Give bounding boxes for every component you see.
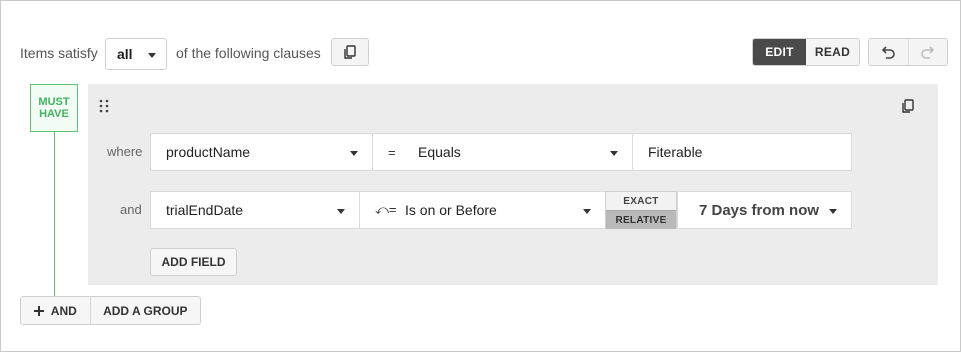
add-and-button[interactable]: AND (21, 297, 90, 324)
field-select[interactable]: trialEndDate (150, 191, 360, 229)
plus-icon (33, 305, 44, 316)
match-mode-select[interactable]: all (105, 38, 167, 70)
edit-mode-button[interactable]: EDIT (753, 39, 806, 65)
must-have-line1: MUST (38, 96, 70, 108)
field-select-value: trialEndDate (166, 202, 244, 218)
add-and-label: AND (50, 303, 77, 318)
copy-icon (344, 44, 356, 59)
group-actions: AND ADD A GROUP (20, 296, 201, 325)
relative-option[interactable]: RELATIVE (606, 210, 676, 229)
chevron-down-icon (583, 209, 591, 214)
equals-operator-icon: = (388, 144, 396, 160)
field-select-value: productName (166, 144, 251, 160)
redo-button[interactable] (907, 39, 947, 65)
copy-group-button[interactable] (901, 99, 915, 119)
chevron-down-icon (148, 53, 156, 58)
operator-select-value: Equals (418, 144, 461, 160)
query-builder: Items satisfy all of the following claus… (0, 0, 961, 352)
operator-select-value: Is on or Before (405, 202, 497, 218)
relative-date-select[interactable]: 7 Days from now (677, 191, 852, 229)
undo-icon (882, 46, 896, 59)
must-have-line2: HAVE (39, 108, 69, 120)
field-select[interactable]: productName (150, 133, 373, 171)
copy-query-button[interactable] (331, 38, 369, 66)
clause-connector-and: and (120, 202, 142, 217)
operator-select[interactable]: = Equals (372, 133, 633, 171)
read-mode-button[interactable]: READ (806, 39, 859, 65)
chevron-down-icon (610, 151, 618, 156)
value-input-text: Fiterable (648, 144, 703, 160)
chevron-down-icon (337, 209, 345, 214)
copy-icon (902, 99, 914, 113)
group-connector-line (54, 132, 55, 296)
must-have-badge[interactable]: MUST HAVE (30, 84, 78, 132)
relative-date-value: 7 Days from now (699, 201, 820, 219)
redo-icon (920, 46, 934, 59)
value-input[interactable]: Fiterable (632, 133, 852, 171)
chevron-down-icon (829, 209, 837, 214)
add-field-button[interactable]: ADD FIELD (150, 248, 237, 276)
clause-connector-where: where (107, 144, 143, 159)
undo-button[interactable] (869, 39, 908, 65)
items-satisfy-label: Items satisfy (20, 45, 98, 61)
history-controls (868, 38, 948, 66)
exact-option[interactable]: EXACT (606, 192, 676, 210)
operator-select[interactable]: ⤺= Is on or Before (359, 191, 606, 229)
before-operator-icon: ⤺= (375, 202, 397, 217)
drag-handle-icon[interactable] (99, 99, 109, 118)
chevron-down-icon (350, 151, 358, 156)
add-group-button[interactable]: ADD A GROUP (89, 297, 200, 324)
match-mode-value: all (117, 46, 133, 62)
following-clauses-label: of the following clauses (176, 45, 321, 61)
edit-read-toggle: EDIT READ (752, 38, 860, 66)
exact-relative-toggle: EXACT RELATIVE (605, 191, 677, 229)
